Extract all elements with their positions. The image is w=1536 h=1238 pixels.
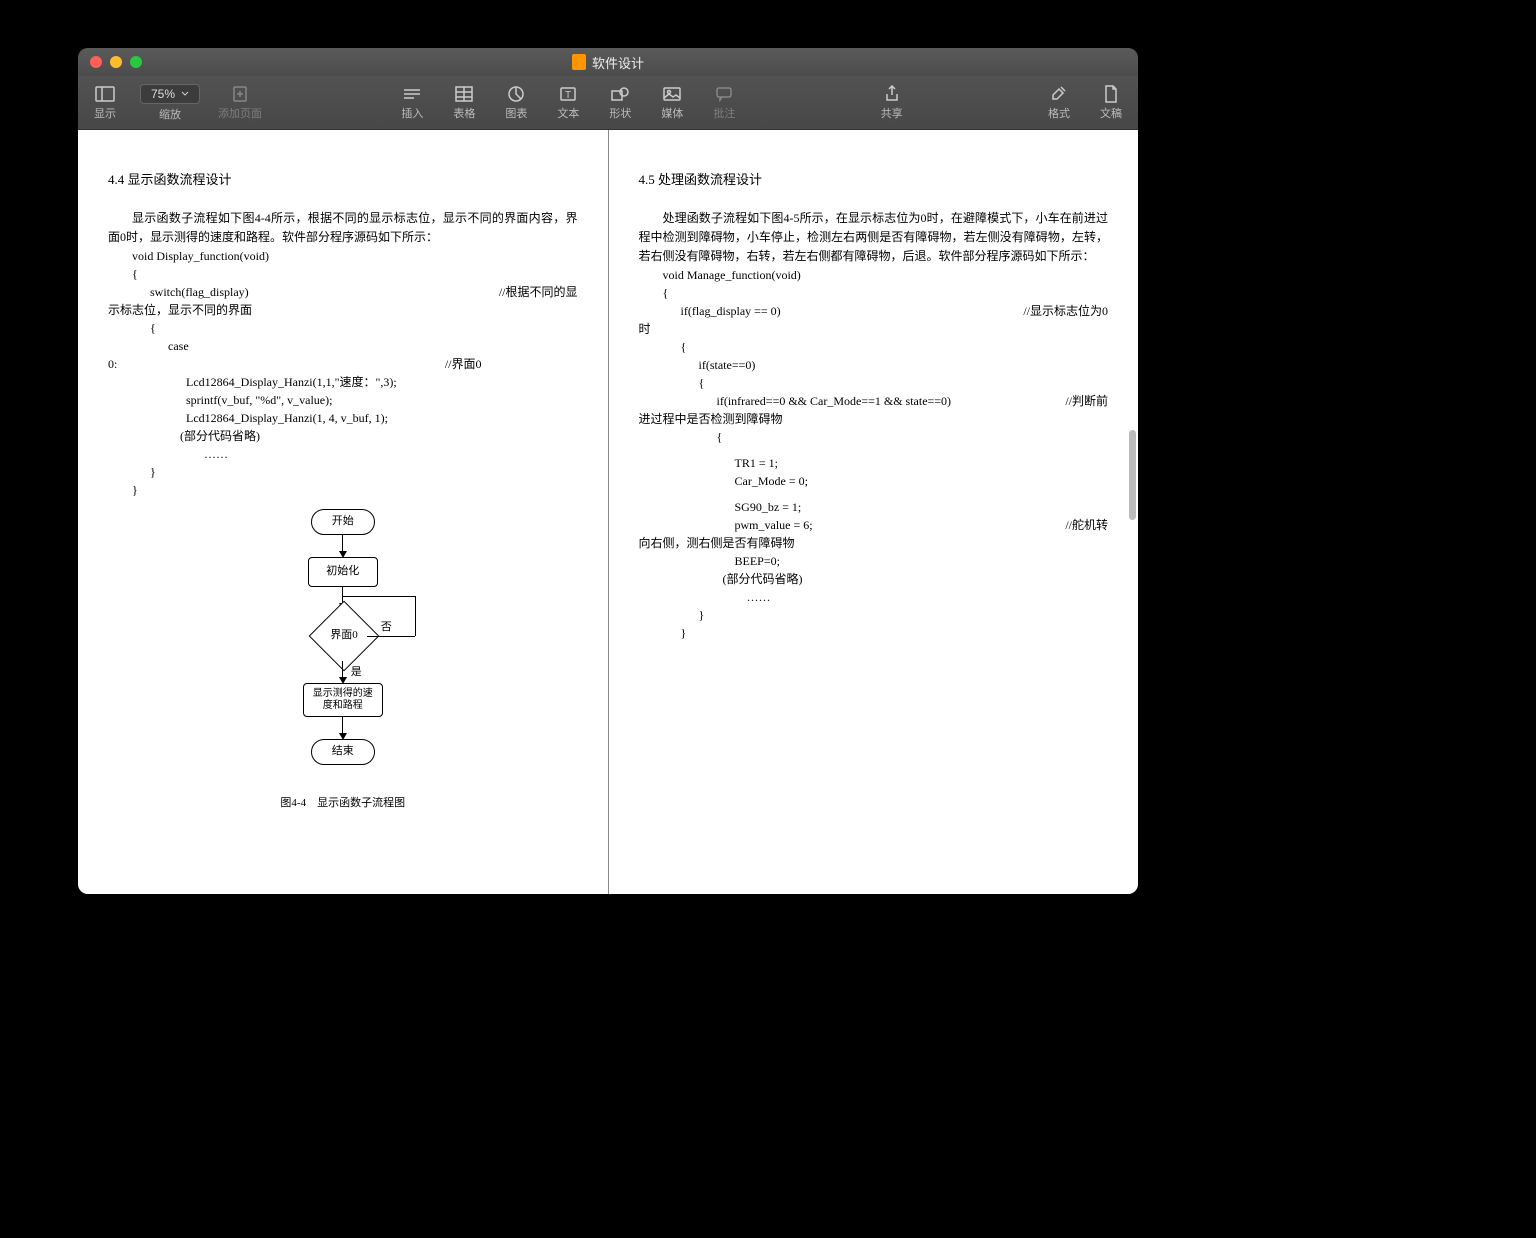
table-button[interactable]: 表格 <box>447 85 481 121</box>
figure-caption: 图4-4 显示函数子流程图 <box>108 795 578 813</box>
paragraph: 处理函数子流程如下图4-5所示，在显示标志位为0时，在避障模式下，小车在前进过程… <box>639 209 1109 267</box>
zoom-label: 缩放 <box>159 106 181 122</box>
fc-start: 开始 <box>311 509 375 535</box>
fc-condition: 界面0 <box>330 627 358 645</box>
app-window: 软件设计 显示 75% 缩放 添加页面 插 <box>78 48 1138 894</box>
format-button[interactable]: 格式 <box>1042 85 1076 121</box>
code-block: void Display_function(void) { switch(fla… <box>108 247 578 499</box>
svg-text:T: T <box>565 90 571 101</box>
view-label: 显示 <box>94 105 116 121</box>
add-page-label: 添加页面 <box>218 105 262 121</box>
window-title: 软件设计 <box>78 53 1138 72</box>
fc-end: 结束 <box>311 739 375 765</box>
paragraph: 显示函数子流程如下图4-4所示，根据不同的显示标志位，显示不同的界面内容，界面0… <box>108 209 578 247</box>
toolbar: 显示 75% 缩放 添加页面 插入 表格 <box>78 76 1138 130</box>
fc-no-label: 否 <box>381 619 392 637</box>
chart-label: 图表 <box>505 105 527 121</box>
media-label: 媒体 <box>661 105 683 121</box>
insert-label: 插入 <box>401 105 423 121</box>
text-label: 文本 <box>557 105 579 121</box>
comment-label: 批注 <box>713 105 735 121</box>
media-button[interactable]: 媒体 <box>655 85 689 121</box>
zoom-value: 75% <box>151 87 175 101</box>
window-title-text: 软件设计 <box>592 53 644 72</box>
shape-label: 形状 <box>609 105 631 121</box>
flowchart: 开始 初始化 界面0 否 是 显示测得的速度和路程 结束 <box>223 509 463 789</box>
fc-init: 初始化 <box>308 557 378 587</box>
add-page-button[interactable]: 添加页面 <box>218 85 262 121</box>
share-label: 共享 <box>881 105 903 121</box>
section-heading-4-4: 4.4 显示函数流程设计 <box>108 170 578 191</box>
document-area[interactable]: 4.4 显示函数流程设计 显示函数子流程如下图4-4所示，根据不同的显示标志位，… <box>78 130 1138 894</box>
table-label: 表格 <box>453 105 475 121</box>
text-button[interactable]: T 文本 <box>551 85 585 121</box>
share-button[interactable]: 共享 <box>875 85 909 121</box>
view-button[interactable]: 显示 <box>88 85 122 121</box>
code-block: void Manage_function(void) { if(flag_dis… <box>639 266 1109 642</box>
page-left: 4.4 显示函数流程设计 显示函数子流程如下图4-4所示，根据不同的显示标志位，… <box>78 130 609 894</box>
chevron-down-icon <box>181 91 189 97</box>
scrollbar[interactable] <box>1129 430 1136 520</box>
chart-button[interactable]: 图表 <box>499 85 533 121</box>
page-right: 4.5 处理函数流程设计 处理函数子流程如下图4-5所示，在显示标志位为0时，在… <box>609 130 1139 894</box>
document-icon <box>572 54 586 70</box>
fc-yes-label: 是 <box>351 664 362 682</box>
format-label: 格式 <box>1048 105 1070 121</box>
document-label: 文稿 <box>1100 105 1122 121</box>
zoom-select[interactable]: 75% <box>140 84 200 104</box>
insert-button[interactable]: 插入 <box>395 85 429 121</box>
titlebar: 软件设计 <box>78 48 1138 76</box>
shape-button[interactable]: 形状 <box>603 85 637 121</box>
document-button[interactable]: 文稿 <box>1094 85 1128 121</box>
comment-button[interactable]: 批注 <box>707 85 741 121</box>
section-heading-4-5: 4.5 处理函数流程设计 <box>639 170 1109 191</box>
fc-display: 显示测得的速度和路程 <box>303 683 383 717</box>
